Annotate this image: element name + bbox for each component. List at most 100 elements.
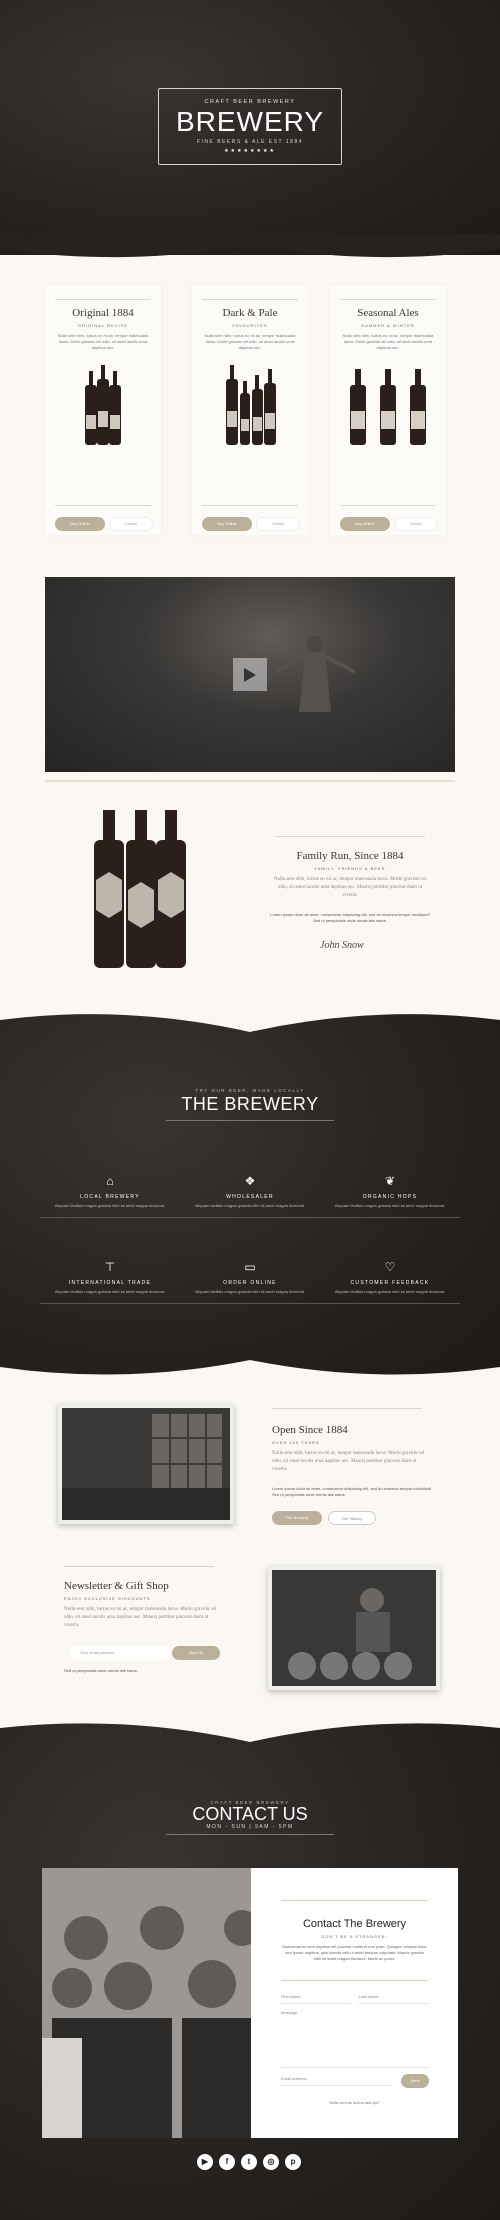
hero-logo-box: CRAFT BEER BREWERY BREWERY FINE BEERS & … <box>158 88 342 165</box>
barrels-photo-image <box>288 1588 412 1680</box>
feature-item: ▭ ORDER ONLINE Aliquam facilisis magna g… <box>180 1260 320 1304</box>
play-button[interactable] <box>233 658 267 691</box>
card-text: Nulla sem nibh, luctus eu mi ac, tempor … <box>342 333 434 350</box>
contact-section: CRAFT BEER BREWERY CONTACT US MON - SUN … <box>0 1720 500 2220</box>
open-sub: OVER 100 YEARS <box>272 1440 320 1445</box>
send-button[interactable]: Send <box>401 2074 429 2088</box>
sign-up-button[interactable]: Sign Up <box>172 1646 220 1660</box>
bar-photo <box>58 1404 234 1524</box>
barrels-photo <box>268 1566 440 1690</box>
family-paragraph-small: Lorem ipsum dolor sit amet, consectetur … <box>270 912 430 923</box>
feature-item: ♡ CUSTOMER FEEDBACK Aliquam facilisis ma… <box>320 1260 460 1304</box>
form-sub: DON'T BE A STRANGER! <box>321 1934 388 1939</box>
facebook-icon[interactable]: f <box>219 2154 235 2170</box>
bottles-image <box>85 365 121 445</box>
feature-title: ORGANIC HOPS <box>362 1194 418 1200</box>
card-sub: SUMMER & WINTER <box>361 323 415 328</box>
family-sub: FAMILY, FRIENDS & BEER <box>314 866 386 871</box>
product-card: Original 1884 ORIGINAL RECIPE Nulla sem … <box>45 285 161 535</box>
card-text: Nulla sem nibh, luctus eu mi ac, tempor … <box>57 333 149 350</box>
video-shadow <box>45 780 455 782</box>
video-figure-image <box>275 636 355 712</box>
hero-title: BREWERY <box>175 106 325 137</box>
instagram-icon[interactable]: ◎ <box>263 2154 279 2170</box>
newsletter-sub: ENJOY EXCLUSIVE DISCOUNTS <box>64 1596 151 1601</box>
bar-photo-image <box>62 1414 230 1520</box>
contact-form: Contact The Brewery DON'T BE A STRANGER!… <box>251 1868 458 2138</box>
hero-section: CRAFT BEER BREWERY BREWERY FINE BEERS & … <box>0 0 500 255</box>
card-sub: FAVOURITES <box>232 323 268 328</box>
contact-top-curve <box>0 1720 500 1742</box>
feature-text: Aliquam facilisis magna gravida nibh sit… <box>54 1203 166 1208</box>
brewery-pre: TRY OUR BEER, MADE LOCALLY <box>195 1088 305 1093</box>
our-history-button[interactable]: Our History <box>328 1511 376 1525</box>
card-sub: ORIGINAL RECIPE <box>78 323 128 328</box>
open-section: Open Since 1884 OVER 100 YEARS Nulla sem… <box>0 1380 500 1720</box>
brewery-top-curve <box>0 1010 500 1032</box>
leaf-icon: ❦ <box>384 1174 396 1188</box>
brewery-section: TRY OUR BEER, MADE LOCALLY THE BREWERY ⌂… <box>0 1010 500 1380</box>
card-title: Dark & Pale <box>222 307 278 319</box>
newsletter-paragraph: Nulla sem nibh, luctus eu mi ac, tempor … <box>64 1607 217 1628</box>
family-title: Family Run, Since 1884 <box>296 850 404 862</box>
buy-online-button[interactable]: Buy Online <box>202 517 252 531</box>
monitor-icon: ▭ <box>244 1260 256 1274</box>
play-icon <box>244 667 256 682</box>
feature-title: CUSTOMER FEEDBACK <box>350 1280 430 1286</box>
buy-online-button[interactable]: Buy Online <box>55 517 105 531</box>
details-button[interactable]: Details <box>256 517 300 531</box>
feature-item: ❖ WHOLESALER Aliquam facilisis magna gra… <box>180 1174 320 1218</box>
details-button[interactable]: Details <box>394 517 438 531</box>
signature: John Snow <box>320 940 364 951</box>
hero-stars: ★★★★★★★★ <box>224 148 276 154</box>
feature-item: ❦ ORGANIC HOPS Aliquam facilisis magna g… <box>320 1174 460 1218</box>
card-text: Nulla sem nibh, luctus eu mi ac, tempor … <box>204 333 296 350</box>
bottles-large-image <box>94 810 186 968</box>
twitter-icon[interactable]: t <box>241 2154 257 2170</box>
video-player[interactable] <box>45 577 455 772</box>
feature-item: ⌂ LOCAL BREWERY Aliquam facilisis magna … <box>40 1174 180 1218</box>
hero-sub: FINE BEERS & ALE EST 1884 <box>196 139 304 145</box>
card-title: Original 1884 <box>72 307 134 319</box>
message-field[interactable]: Message <box>281 2008 429 2068</box>
newsletter-note: Sed ut perspiciatis unde omnis iste natu… <box>64 1668 138 1673</box>
email-input[interactable]: Your email address <box>70 1646 170 1660</box>
products-section: Original 1884 ORIGINAL RECIPE Nulla sem … <box>0 255 500 555</box>
feature-title: LOCAL BREWERY <box>80 1194 140 1200</box>
feature-text: Aliquam facilisis magna gravida nibh sit… <box>194 1289 306 1294</box>
feature-title: INTERNATIONAL TRADE <box>68 1280 152 1286</box>
feature-title: WHOLESALER <box>226 1194 274 1200</box>
open-paragraph: Nulla sem nibh, luctus eu mi ac, tempor … <box>272 1451 425 1472</box>
email-field[interactable]: Email Address <box>281 2074 391 2086</box>
the-brewery-button[interactable]: The Brewery <box>272 1511 322 1525</box>
bottles-image <box>226 365 276 445</box>
family-section: Family Run, Since 1884 FAMILY, FRIENDS &… <box>0 790 500 1010</box>
signpost-icon: ⊤ <box>104 1260 116 1274</box>
contact-title: CONTACT US <box>192 1804 308 1824</box>
team-photo <box>42 1868 260 2138</box>
pinterest-icon[interactable]: p <box>285 2154 301 2170</box>
brewery-title: THE BREWERY <box>181 1094 319 1114</box>
card-title: Seasonal Ales <box>357 307 419 319</box>
heart-icon: ♡ <box>384 1260 396 1274</box>
dropbox-icon: ❖ <box>244 1174 256 1188</box>
team-photo-image <box>42 1868 260 2138</box>
youtube-icon[interactable]: ▶ <box>197 2154 213 2170</box>
family-paragraph: Nulla sem nibh, luctus eu mi ac, tempor … <box>273 877 427 898</box>
feature-item: ⊤ INTERNATIONAL TRADE Aliquam facilisis … <box>40 1260 180 1304</box>
opening-hours: MON - SUN | 9AM - 5PM <box>206 1824 294 1830</box>
open-paragraph-small: Lorem ipsum dolor sit amet, consectetur … <box>272 1486 432 1497</box>
product-card: Seasonal Ales SUMMER & WINTER Nulla sem … <box>330 285 446 535</box>
buy-online-button[interactable]: Buy Online <box>340 517 390 531</box>
first-name-field[interactable]: First Name <box>281 1992 351 2004</box>
hero-pre: CRAFT BEER BREWERY <box>204 99 296 105</box>
feature-title: ORDER ONLINE <box>223 1280 277 1286</box>
last-name-field[interactable]: Last Name <box>359 1992 429 2004</box>
form-note: Nulla sem ac luctus sed qui? <box>329 2100 380 2105</box>
details-button[interactable]: Details <box>109 517 153 531</box>
product-card: Dark & Pale FAVOURITES Nulla sem nibh, l… <box>192 285 308 535</box>
brewery-bottom-curve <box>0 1360 500 1380</box>
feature-text: Aliquam facilisis magna gravida nibh sit… <box>334 1289 446 1294</box>
form-title: Contact The Brewery <box>302 1918 407 1930</box>
feature-text: Aliquam facilisis magna gravida nibh sit… <box>54 1289 166 1294</box>
